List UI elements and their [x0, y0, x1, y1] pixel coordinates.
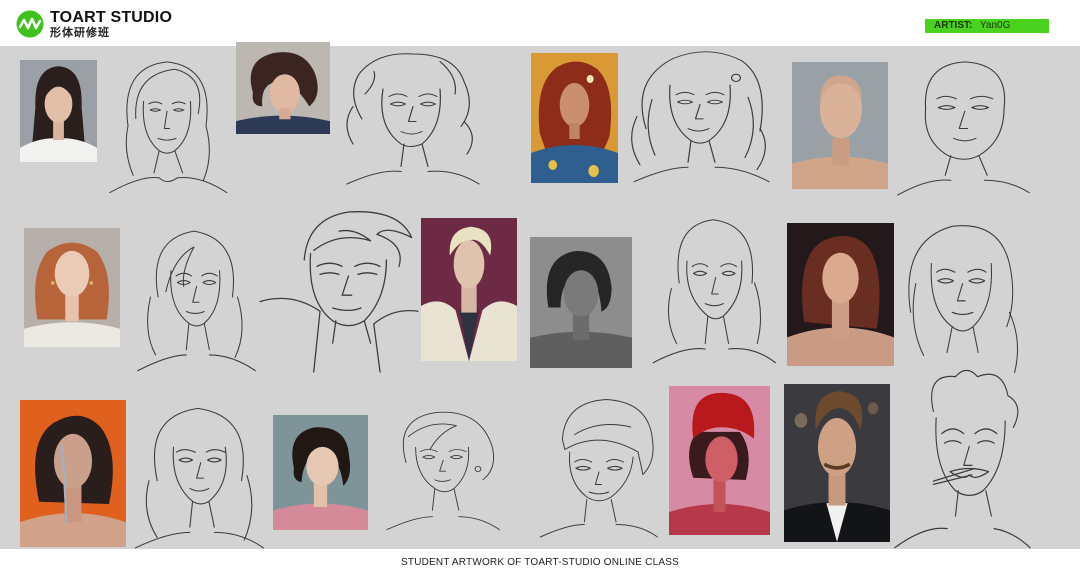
reference-photo [531, 53, 618, 183]
portrait-sketch [648, 206, 778, 371]
logo-subtitle: 形体研修班 [50, 26, 110, 39]
reference-photo [24, 228, 120, 347]
reference-photo [669, 386, 770, 535]
portrait-sketch [102, 52, 232, 200]
toart-logo-icon [16, 10, 44, 38]
footer: STUDENT ARTWORK OF TOART-STUDIO ONLINE C… [0, 549, 1080, 576]
footer-caption: STUDENT ARTWORK OF TOART-STUDIO ONLINE C… [401, 557, 679, 568]
portrait-sketch [130, 398, 266, 553]
header: TOART STUDIO 形体研修班 ARTIST: Yan0G [0, 0, 1080, 46]
portrait-sketch [538, 392, 660, 542]
portrait-sketch [335, 44, 485, 194]
portrait-sketch [892, 364, 1031, 554]
reference-photo [530, 237, 632, 368]
reference-photo [792, 62, 888, 189]
reference-photo [784, 384, 890, 542]
artist-badge: ARTIST: Yan0G [925, 19, 1049, 33]
logo-title: TOART STUDIO [50, 9, 173, 26]
artist-name: Yan0G [980, 20, 1011, 31]
portrait-sketch [622, 44, 772, 189]
artist-label: ARTIST: [934, 20, 973, 31]
reference-photo [421, 218, 517, 361]
artwork-board [0, 42, 1080, 549]
portrait-sketch [259, 196, 419, 388]
reference-photo [20, 400, 126, 547]
portrait-sketch [382, 404, 502, 534]
portrait-sketch [130, 218, 258, 376]
reference-photo [787, 223, 894, 366]
portrait-sketch [892, 52, 1032, 200]
reference-photo [236, 42, 330, 134]
reference-photo [20, 60, 97, 162]
reference-photo [273, 415, 368, 530]
portrait-sketch [895, 212, 1025, 384]
